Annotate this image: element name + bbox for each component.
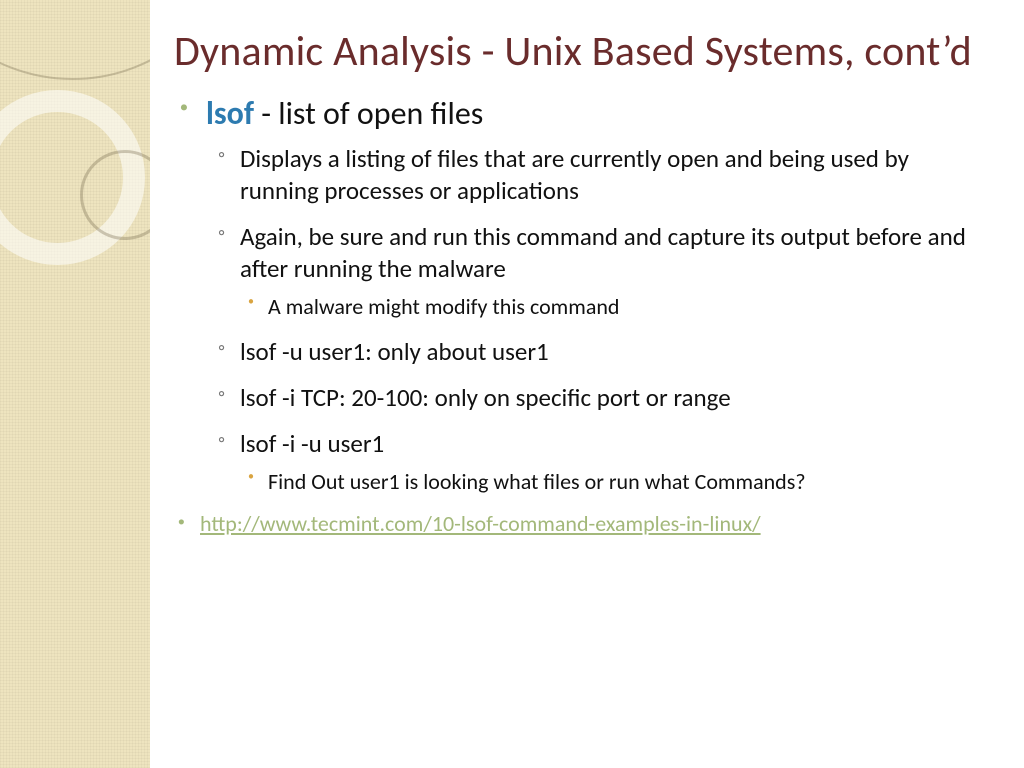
command-desc: - list of open files [254, 94, 483, 133]
sub-list: Displays a listing of files that are cur… [206, 143, 984, 496]
slide: Dynamic Analysis - Unix Based Systems, c… [0, 0, 1024, 768]
command-name: lsof [206, 94, 254, 133]
list-item: lsof -i TCP: 20-100: only on specific po… [240, 382, 984, 414]
body-list: lsof - list of open files Displays a lis… [174, 94, 984, 496]
slide-title: Dynamic Analysis - Unix Based Systems, c… [174, 28, 984, 76]
item-text: lsof -u user1: only about user1 [240, 336, 549, 367]
list-item: Find Out user1 is looking what files or … [268, 468, 984, 497]
item-text: Find Out user1 is looking what files or … [268, 468, 806, 495]
list-item: http://www.tecmint.com/10-lsof-command-e… [178, 510, 984, 537]
list-item: Displays a listing of files that are cur… [240, 143, 984, 207]
list-item: lsof - list of open files Displays a lis… [206, 94, 984, 496]
sub-sub-list: Find Out user1 is looking what files or … [240, 468, 984, 497]
item-text: A malware might modify this command [268, 293, 619, 320]
list-item: lsof -u user1: only about user1 [240, 336, 984, 368]
reference-link[interactable]: http://www.tecmint.com/10-lsof-command-e… [200, 510, 761, 537]
content-area: Dynamic Analysis - Unix Based Systems, c… [150, 0, 1024, 768]
list-item: Again, be sure and run this command and … [240, 221, 984, 322]
list-item: A malware might modify this command [268, 293, 984, 322]
item-text: lsof -i -u user1 [240, 428, 384, 459]
item-text: lsof -i TCP: 20-100: only on specific po… [240, 382, 731, 413]
link-list: http://www.tecmint.com/10-lsof-command-e… [174, 510, 984, 537]
sub-sub-list: A malware might modify this command [240, 293, 984, 322]
item-text: Displays a listing of files that are cur… [240, 143, 909, 206]
list-item: lsof -i -u user1 Find Out user1 is looki… [240, 428, 984, 497]
item-text: Again, be sure and run this command and … [240, 221, 966, 284]
